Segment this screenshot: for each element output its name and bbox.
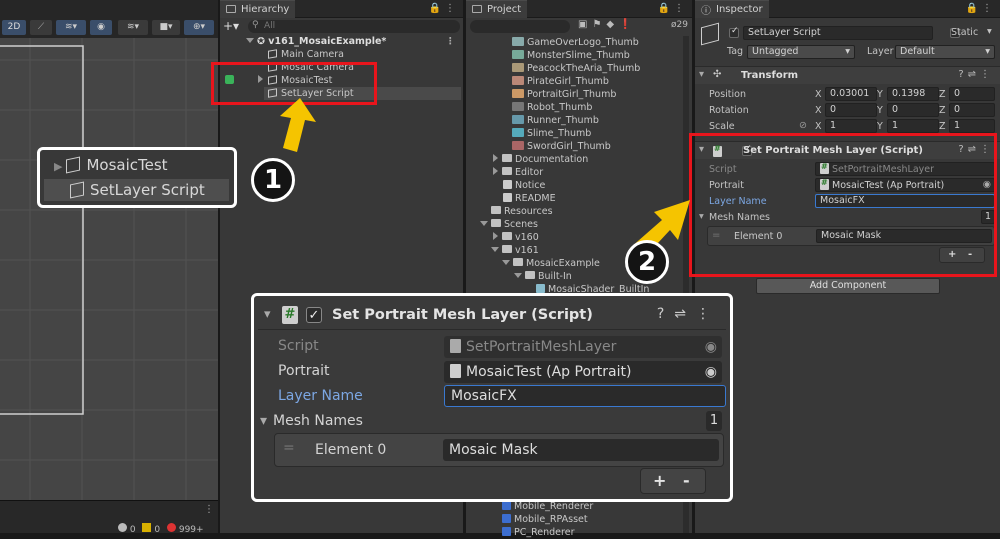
arrow-1-icon (280, 98, 316, 152)
step-number-1-badge: 1 (251, 158, 295, 202)
step-number-2-badge: 2 (625, 240, 669, 284)
callout-arrows (280, 98, 690, 258)
